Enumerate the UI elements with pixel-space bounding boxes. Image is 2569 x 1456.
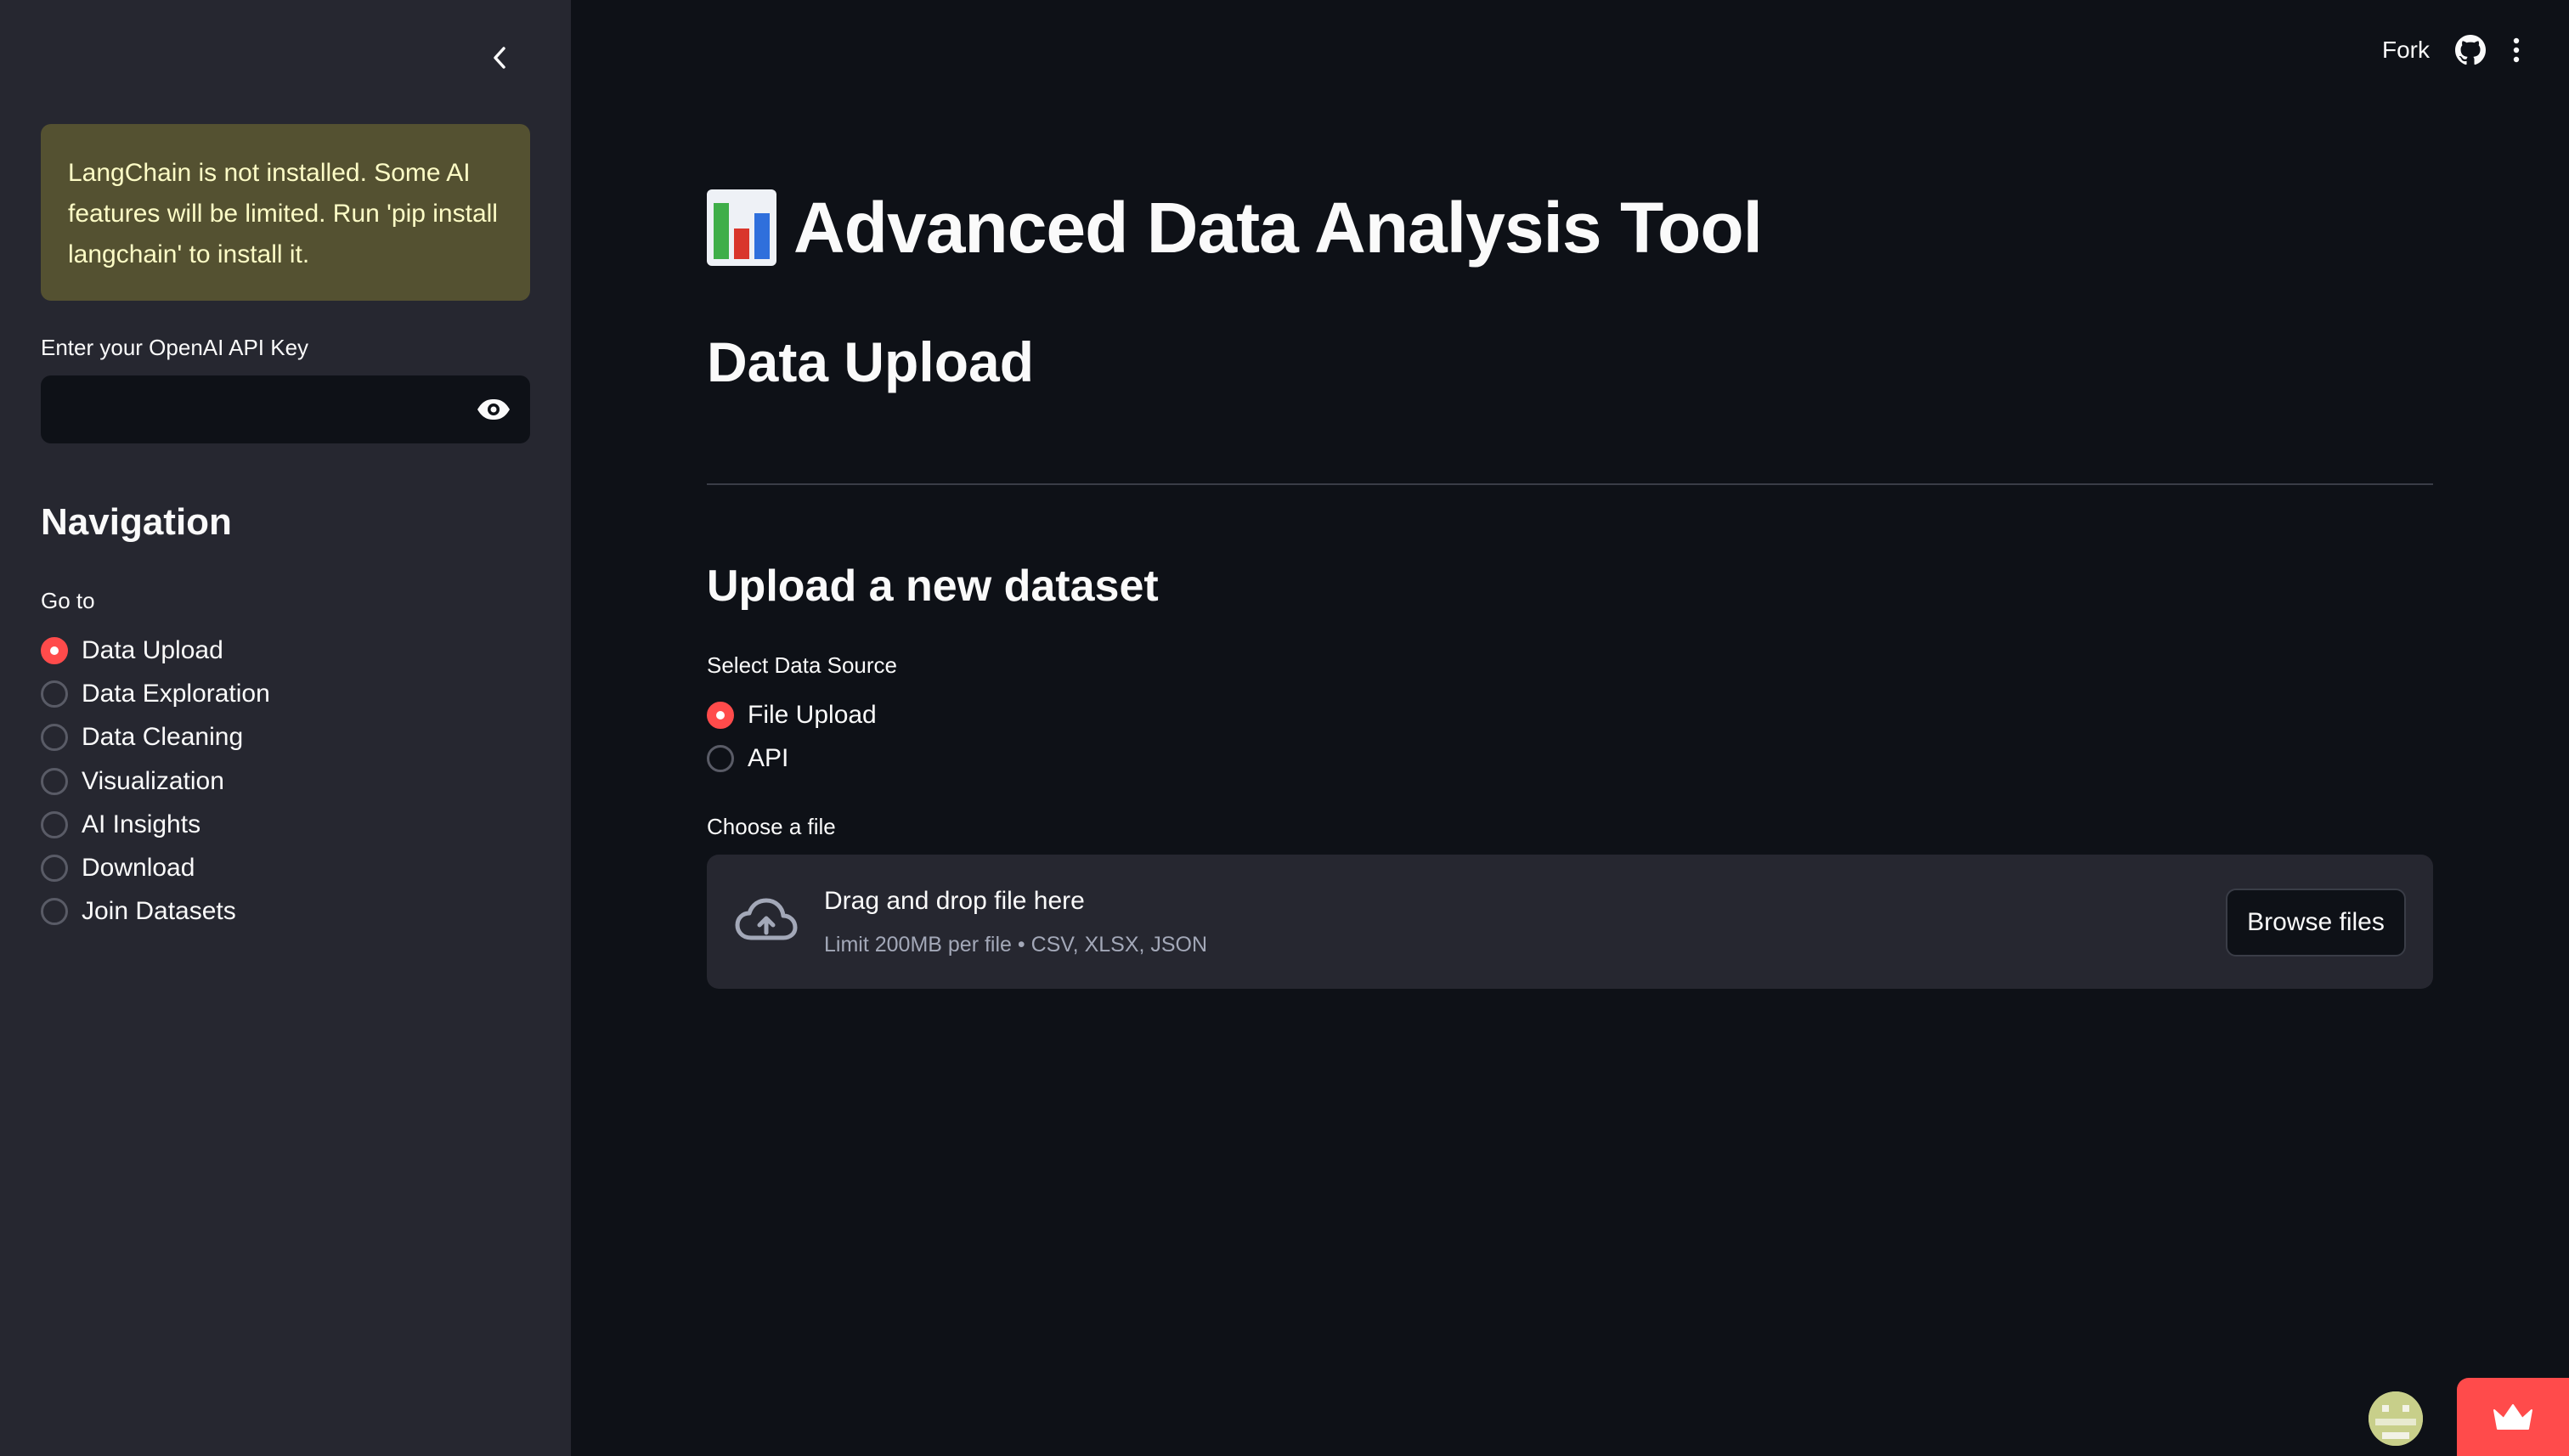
choose-file-label: Choose a file bbox=[707, 814, 836, 839]
radio-icon bbox=[41, 767, 68, 795]
source-option-label: File Upload bbox=[748, 700, 877, 729]
main-menu-button[interactable] bbox=[2511, 37, 2521, 64]
source-option-api[interactable]: API bbox=[707, 736, 877, 780]
app-window: LangChain is not installed. Some AI feat… bbox=[0, 0, 2569, 1456]
nav-option-label: Join Datasets bbox=[82, 897, 236, 926]
navigation-radio-group: Data Upload Data Exploration Data Cleani… bbox=[41, 629, 270, 934]
nav-option-download[interactable]: Download bbox=[41, 846, 270, 889]
radio-icon bbox=[41, 810, 68, 838]
radio-selected-icon bbox=[41, 636, 68, 664]
nav-option-data-exploration[interactable]: Data Exploration bbox=[41, 672, 270, 715]
section-title: Data Upload bbox=[707, 330, 1035, 393]
radio-icon bbox=[41, 898, 68, 926]
radio-icon bbox=[707, 744, 734, 772]
nav-option-visualization[interactable]: Visualization bbox=[41, 759, 270, 803]
source-option-file-upload[interactable]: File Upload bbox=[707, 693, 877, 736]
browse-files-button[interactable]: Browse files bbox=[2226, 889, 2406, 957]
data-source-label: Select Data Source bbox=[707, 652, 898, 678]
source-option-label: API bbox=[748, 743, 789, 772]
api-key-field-container bbox=[41, 375, 530, 443]
api-key-input[interactable] bbox=[41, 375, 476, 443]
sidebar: LangChain is not installed. Some AI feat… bbox=[0, 0, 571, 1456]
divider bbox=[707, 483, 2433, 485]
dropzone-limit-text: Limit 200MB per file • CSV, XLSX, JSON bbox=[824, 933, 1208, 957]
chevron-left-icon bbox=[494, 47, 505, 69]
radio-icon bbox=[41, 724, 68, 752]
collapse-sidebar-button[interactable] bbox=[483, 41, 517, 75]
nav-option-data-cleaning[interactable]: Data Cleaning bbox=[41, 716, 270, 759]
radio-icon bbox=[41, 855, 68, 883]
page-title-text: Advanced Data Analysis Tool bbox=[793, 187, 1763, 268]
nav-option-label: Data Cleaning bbox=[82, 723, 244, 752]
data-source-radio-group: File Upload API bbox=[707, 693, 877, 781]
radio-icon bbox=[41, 680, 68, 708]
more-vertical-icon bbox=[2513, 37, 2520, 63]
streamlit-badge[interactable] bbox=[2457, 1378, 2569, 1456]
nav-option-label: Visualization bbox=[82, 766, 224, 795]
show-password-button[interactable] bbox=[476, 375, 530, 443]
nav-option-data-upload[interactable]: Data Upload bbox=[41, 629, 270, 672]
nav-option-label: AI Insights bbox=[82, 810, 201, 838]
nav-option-label: Data Upload bbox=[82, 635, 223, 664]
navigation-title: Navigation bbox=[41, 501, 232, 543]
cloud-upload-icon bbox=[735, 898, 798, 940]
radio-selected-icon bbox=[707, 701, 734, 729]
fork-button[interactable]: Fork bbox=[2382, 37, 2430, 64]
eye-icon bbox=[477, 399, 510, 420]
page-title: Advanced Data Analysis Tool bbox=[707, 185, 1763, 270]
api-key-label: Enter your OpenAI API Key bbox=[41, 335, 309, 360]
github-button[interactable] bbox=[2455, 35, 2486, 65]
avatar-icon bbox=[2369, 1391, 2423, 1446]
upload-heading: Upload a new dataset bbox=[707, 562, 1159, 611]
github-icon bbox=[2455, 35, 2486, 65]
bar-chart-icon bbox=[707, 189, 776, 266]
goto-label: Go to bbox=[41, 588, 95, 613]
avatar[interactable] bbox=[2369, 1391, 2423, 1446]
langchain-warning: LangChain is not installed. Some AI feat… bbox=[41, 124, 530, 301]
nav-option-join-datasets[interactable]: Join Datasets bbox=[41, 890, 270, 934]
nav-option-label: Data Exploration bbox=[82, 679, 270, 708]
header-toolbar: Fork bbox=[2382, 29, 2521, 71]
file-dropzone[interactable]: Drag and drop file here Limit 200MB per … bbox=[707, 855, 2433, 989]
nav-option-label: Download bbox=[82, 854, 195, 883]
crown-icon bbox=[2493, 1404, 2532, 1430]
dropzone-title: Drag and drop file here bbox=[824, 887, 1085, 915]
nav-option-ai-insights[interactable]: AI Insights bbox=[41, 803, 270, 846]
